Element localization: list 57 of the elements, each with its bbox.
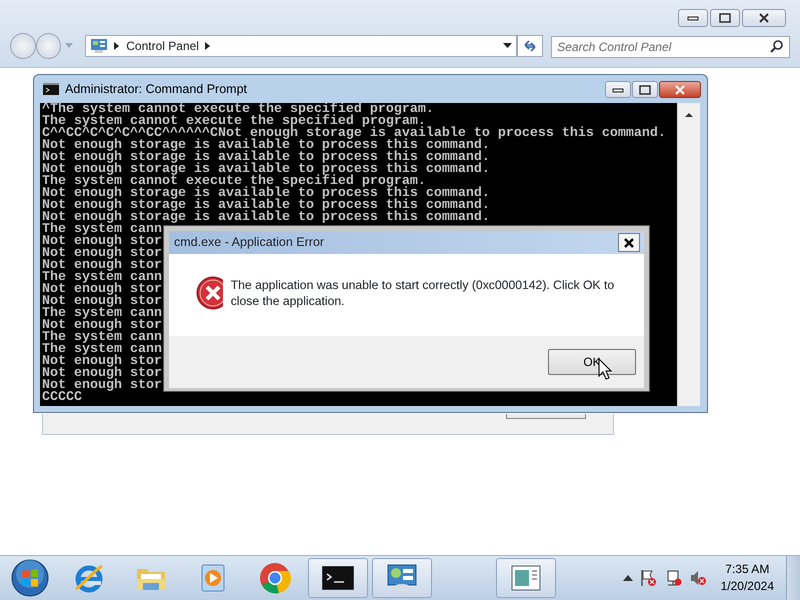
start-button[interactable] [10,558,50,598]
console-line: Not enough stor [42,380,162,392]
console-icon [322,566,354,590]
window-title: Administrator: Command Prompt [65,80,248,98]
search-icon[interactable] [770,39,784,53]
control-panel-icon [386,563,418,593]
maximize-button[interactable] [632,81,658,98]
console-line: The system cann [42,224,162,236]
console-line: The system cann [42,344,162,356]
close-icon [674,84,686,94]
console-line: Not enough stor [42,248,162,260]
console-line: Not enough stor [42,356,162,368]
taskbar-button[interactable] [372,558,432,598]
refresh-button[interactable] [516,35,544,57]
minimize-icon [687,15,699,21]
console-line: Not enough stor [42,368,162,380]
mouse-cursor-icon [598,358,612,380]
address-bar[interactable]: Control Panel [85,35,517,57]
close-button[interactable] [618,233,640,252]
search-field[interactable]: Search Control Panel [551,36,790,58]
scrollbar[interactable] [677,103,700,406]
close-button[interactable] [742,9,786,27]
flag-icon[interactable] [638,569,657,587]
dialog-title: cmd.exe - Application Error [174,234,324,252]
console-line: The system cannot execute the specified program. [42,116,426,128]
clock-date: 1/20/2024 [720,578,774,595]
minimize-button[interactable] [605,81,631,98]
console-line: Not enough stor [42,236,162,248]
clock-time: 7:35 AM [724,561,770,578]
maximize-icon [639,84,651,94]
close-icon [758,13,770,23]
close-button[interactable] [659,81,701,98]
console-icon [43,83,59,95]
dropdown-icon[interactable] [502,43,512,49]
console-line: The system cann [42,308,162,320]
refresh-icon [522,39,538,53]
taskbar-button[interactable] [308,558,368,598]
partial-button[interactable] [506,414,586,419]
minimize-button[interactable] [678,9,708,27]
minimize-icon [612,86,624,92]
console-line: The system cann [42,272,162,284]
window-icon [511,565,541,591]
maximize-icon [719,13,731,23]
error-icon [196,276,223,310]
close-icon [623,236,635,248]
error-message: The application was unable to start correctly (0xc0000142). Click OK to close the application. [230,277,616,309]
clock[interactable]: 7:35 AM 1/20/2024 [720,561,774,595]
console-line: CCCCC [42,392,82,404]
console-line: Not enough stor [42,284,162,296]
chevron-icon [204,42,211,50]
show-hidden-icons-icon[interactable] [622,575,633,581]
maximize-button[interactable] [710,9,740,27]
control-panel-icon [90,38,108,54]
muted-speaker-icon[interactable] [688,569,707,587]
chevron-icon [114,42,120,50]
chrome-icon [258,561,292,595]
address-path[interactable]: Control Panel [126,37,199,55]
